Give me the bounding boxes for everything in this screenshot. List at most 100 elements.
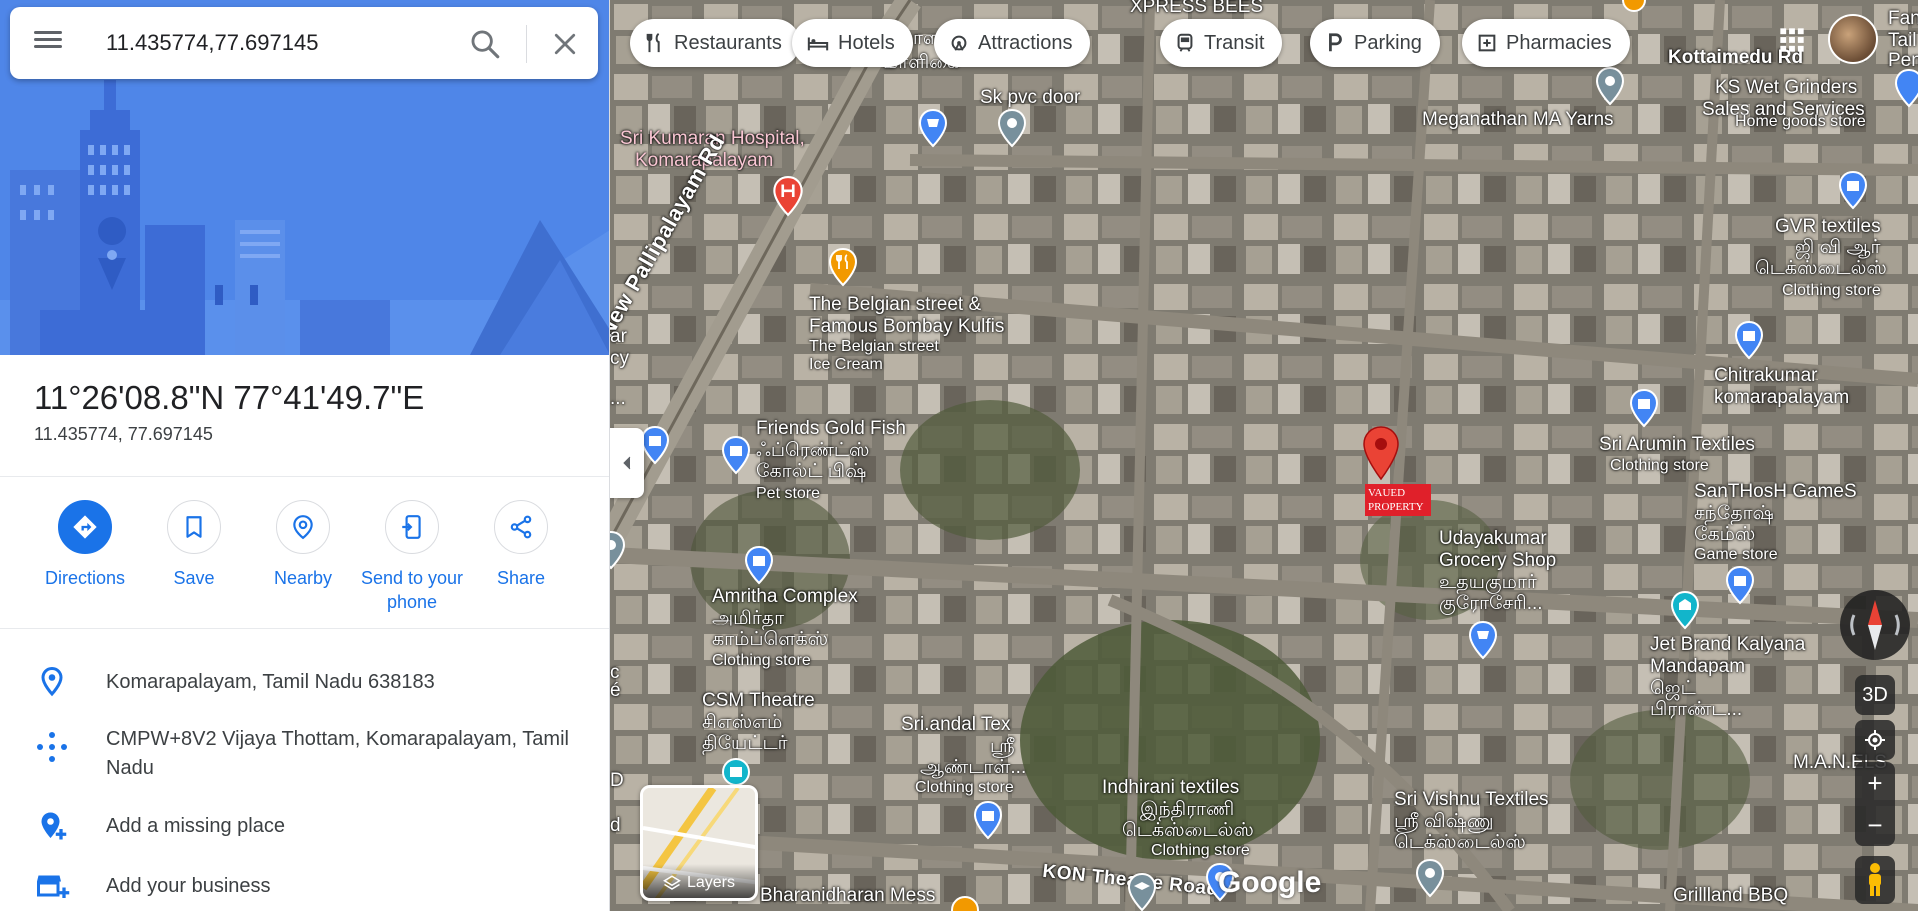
map-label[interactable]: Sri Vishnu Textiles	[1394, 789, 1549, 811]
map-label[interactable]: Sri.andal Tex	[901, 714, 1011, 736]
shopping-bag-pin-icon[interactable]	[721, 435, 751, 475]
shopping-bag-pin-icon[interactable]	[1734, 320, 1764, 360]
place-pin-icon[interactable]	[997, 108, 1027, 148]
shopping-pin-icon[interactable]	[1468, 620, 1498, 660]
map-label[interactable]: Fan	[1888, 8, 1918, 30]
chip-pharmacies[interactable]: Pharmacies	[1462, 19, 1630, 67]
layers-button[interactable]: Layers	[640, 785, 758, 901]
theatre-icon[interactable]	[722, 758, 750, 786]
shopping-bag-pin-icon[interactable]	[973, 800, 1003, 840]
map-label: காம்ப்ளெக்ஸ்	[712, 629, 829, 650]
place-decimal-coords[interactable]: 11.435774, 77.697145	[34, 424, 424, 445]
save-button[interactable]: Save	[139, 500, 249, 590]
property-tag-line: PROPERTY	[1368, 501, 1424, 513]
menu-button[interactable]	[32, 27, 64, 59]
map-label: சந்தோஷ்	[1694, 503, 1774, 524]
map-label[interactable]: Sk pvc door	[980, 87, 1080, 109]
map-label: டெக்ஸ்டைல்ஸ்	[1122, 820, 1254, 841]
chip-parking[interactable]: Parking	[1310, 19, 1440, 67]
map-label[interactable]: Jet Brand Kalyana	[1650, 634, 1805, 656]
shopping-pin-icon[interactable]	[918, 108, 948, 148]
map-label: சிஎஸ்எம்	[702, 712, 783, 733]
restaurant-pin-icon[interactable]	[828, 247, 858, 287]
map-label[interactable]: Famous Bombay Kulfis	[809, 316, 1004, 338]
map-label: Clothing store	[1782, 282, 1881, 299]
chip-hotels[interactable]: Hotels	[792, 19, 913, 67]
add-missing-place-row[interactable]: Add a missing place	[0, 798, 609, 854]
street-view-pegman[interactable]	[1855, 856, 1895, 904]
shopping-bag-pin-icon[interactable]	[1838, 170, 1868, 210]
map-label[interactable]: CSM Theatre	[702, 690, 815, 712]
my-location-button[interactable]	[1855, 720, 1895, 760]
search-input[interactable]	[106, 23, 446, 63]
map-label[interactable]: KS Wet Grinders	[1715, 77, 1857, 99]
map-label[interactable]: Meganathan MA Yarns	[1422, 109, 1614, 131]
map-label[interactable]: XPRESS BEES	[1130, 0, 1263, 18]
map-label[interactable]: Friends Gold Fish	[756, 418, 906, 440]
chip-attractions[interactable]: Attractions	[934, 19, 1091, 67]
map-label[interactable]: Tail	[1888, 30, 1917, 52]
restaurant-pin-icon[interactable]	[1622, 0, 1646, 12]
map-label: Pet store	[756, 485, 821, 502]
zoom-out-button[interactable]: −	[1855, 804, 1895, 846]
plus-code-row[interactable]: CMPW+8V2 Vijaya Thottam, Komarapalayam, …	[0, 711, 609, 791]
bookmark-icon	[186, 516, 202, 538]
address-row[interactable]: Komarapalayam, Tamil Nadu 638183	[0, 654, 609, 710]
share-icon	[510, 515, 532, 539]
satellite-map[interactable]: Restaurants Hotels Attractions Transit P…	[610, 0, 1918, 911]
dropped-pin-icon[interactable]	[1361, 425, 1401, 481]
clear-search-button[interactable]	[550, 29, 580, 59]
map-label[interactable]: Grocery Shop	[1439, 550, 1556, 572]
map-label[interactable]: Udayakumar	[1439, 528, 1547, 550]
map-label: cy	[610, 348, 629, 369]
map-label[interactable]: Indhirani textiles	[1102, 777, 1239, 799]
event-venue-pin-icon[interactable]	[1670, 590, 1700, 630]
nearby-button[interactable]: Nearby	[248, 500, 358, 590]
map-label[interactable]: GVR textiles	[1775, 216, 1881, 238]
search-button[interactable]	[468, 27, 502, 61]
map-label[interactable]: Amritha Complex	[712, 586, 858, 608]
shopping-bag-pin-icon[interactable]	[640, 425, 670, 465]
shopping-bag-pin-icon[interactable]	[744, 545, 774, 585]
map-label[interactable]: SanTHosH GameS	[1694, 481, 1857, 503]
map-label[interactable]: Sri Arumin Textiles	[1599, 434, 1755, 456]
3d-toggle-button[interactable]: 3D	[1855, 675, 1895, 715]
shopping-bag-pin-icon[interactable]	[1629, 388, 1659, 428]
add-missing-place-text: Add a missing place	[106, 815, 285, 837]
map-label[interactable]: Grillland BBQ	[1673, 885, 1788, 907]
layers-label: Layers	[643, 864, 755, 898]
restaurant-pin-icon[interactable]	[950, 895, 980, 911]
compass-icon	[1850, 600, 1900, 650]
school-pin-icon[interactable]	[1127, 872, 1157, 911]
divider	[0, 476, 609, 477]
nearby-label: Nearby	[273, 568, 333, 588]
map-label[interactable]: Mandapam	[1650, 656, 1745, 678]
add-business-row[interactable]: Add your business	[0, 858, 609, 911]
share-button[interactable]: Share	[466, 500, 576, 590]
map-label[interactable]: Bharanidharan Mess	[760, 885, 935, 907]
account-avatar[interactable]	[1828, 14, 1878, 64]
chip-restaurants[interactable]: Restaurants	[630, 19, 800, 67]
compass-button[interactable]	[1840, 590, 1910, 660]
collapse-panel-button[interactable]	[610, 428, 644, 498]
zoom-in-button[interactable]: +	[1855, 762, 1895, 804]
chip-transit[interactable]: Transit	[1160, 19, 1283, 67]
directions-button[interactable]: Directions	[30, 500, 140, 590]
shopping-bag-pin-icon[interactable]	[1894, 68, 1918, 108]
place-pin-icon[interactable]	[610, 530, 626, 570]
google-maps-app: 11°26'08.8"N 77°41'49.7"E 11.435774, 77.…	[0, 0, 1918, 911]
plus-code-text: CMPW+8V2 Vijaya Thottam, Komarapalayam, …	[106, 728, 569, 779]
save-label: Save	[173, 568, 215, 588]
map-label: D	[610, 770, 624, 791]
place-pin-icon[interactable]	[1595, 66, 1625, 106]
plus-code-icon	[37, 732, 67, 762]
map-label[interactable]: Chitrakumar	[1714, 365, 1817, 387]
map-label[interactable]: komarapalayam	[1714, 387, 1849, 409]
shopping-bag-pin-icon[interactable]	[1725, 565, 1755, 605]
map-label[interactable]: The Belgian street &	[809, 294, 981, 316]
hospital-pin-icon[interactable]	[772, 175, 804, 217]
place-pin-icon[interactable]	[1415, 858, 1445, 898]
send-to-phone-button[interactable]: Send to your phone	[357, 500, 467, 614]
google-apps-button[interactable]	[1778, 26, 1806, 54]
map-label: Clothing store	[712, 652, 811, 669]
